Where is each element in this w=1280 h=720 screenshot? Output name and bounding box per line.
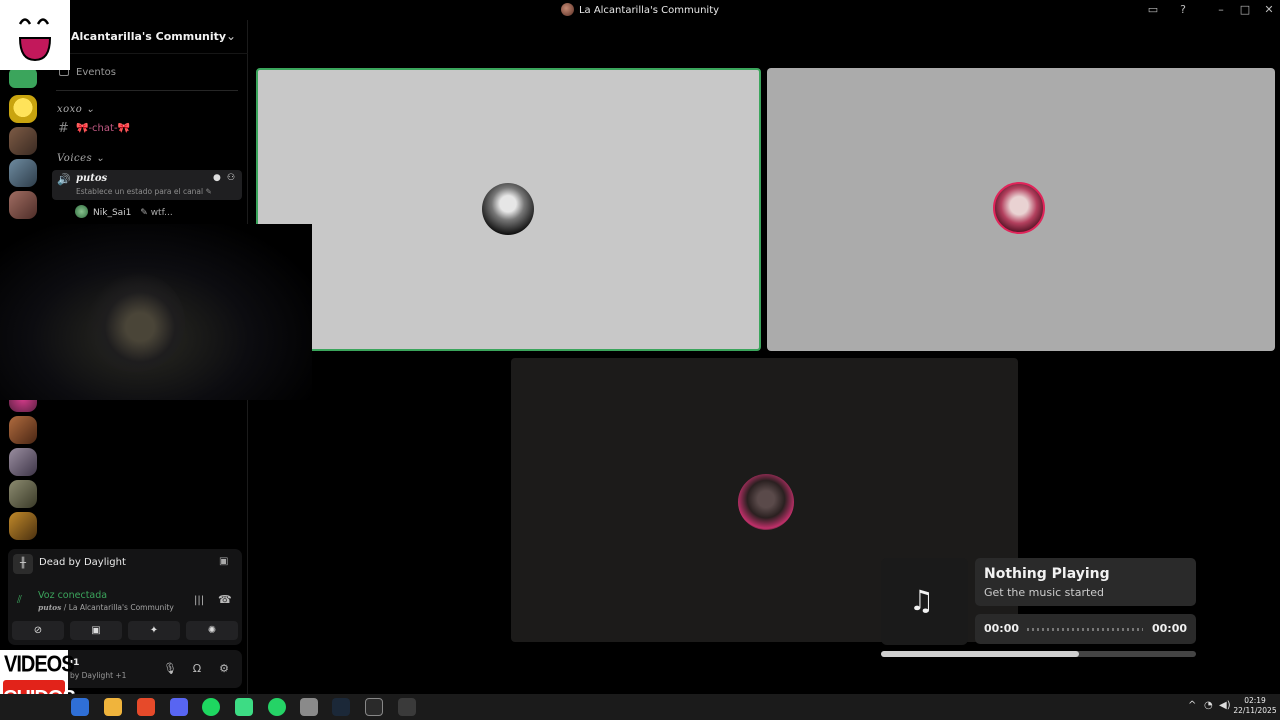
divider bbox=[56, 90, 238, 91]
taskbar-clock[interactable]: 02:19 22/11/2025 bbox=[1232, 696, 1278, 716]
game-icon: ╫ bbox=[13, 554, 33, 574]
events-row[interactable]: Eventos bbox=[56, 65, 244, 83]
music-info: Nothing Playing Get the music started bbox=[975, 558, 1196, 606]
guild-icon[interactable] bbox=[9, 512, 37, 540]
member-name: Nik_Sai1 bbox=[93, 208, 132, 218]
whatsapp-icon[interactable] bbox=[268, 698, 286, 716]
album-art: ♫ bbox=[881, 558, 968, 645]
wifi-icon[interactable]: ◔ bbox=[1204, 700, 1213, 711]
webcam-overlay bbox=[0, 224, 312, 400]
window-title: La Alcantarilla's Community bbox=[0, 3, 1280, 16]
music-note-icon: ♫ bbox=[909, 584, 935, 617]
steam-icon[interactable] bbox=[332, 698, 350, 716]
participant-avatar bbox=[482, 183, 534, 235]
logo-text-top: VIDEOS bbox=[4, 652, 75, 678]
soundwave-icon[interactable]: ||| bbox=[194, 595, 204, 606]
file-explorer-icon[interactable] bbox=[104, 698, 122, 716]
speaker-icon: 🔊 bbox=[57, 173, 71, 186]
volume-icon[interactable]: ◀) bbox=[1219, 700, 1231, 711]
server-name: Alcantarilla's Community bbox=[71, 30, 227, 43]
gear-icon[interactable]: ⚙ bbox=[216, 661, 232, 677]
avatar bbox=[75, 205, 88, 218]
screen-share-icon[interactable]: ▣ bbox=[219, 556, 228, 567]
waveform bbox=[1027, 628, 1143, 631]
android-icon[interactable] bbox=[235, 698, 253, 716]
activities-button[interactable]: ✦ bbox=[128, 621, 180, 640]
guild-icon[interactable] bbox=[9, 159, 37, 187]
disconnect-icon[interactable]: ☎ bbox=[218, 593, 232, 606]
chevron-down-icon[interactable]: ⌄ bbox=[226, 29, 236, 43]
time-start: 00:00 bbox=[984, 622, 1020, 635]
voice-location: putos / La Alcantarilla's Community bbox=[38, 603, 174, 612]
activity-panel: ╫ Dead by Daylight ▣ ⫽ Voz conectada put… bbox=[8, 549, 242, 645]
game-name: Dead by Daylight bbox=[39, 557, 126, 568]
smiley-face-icon bbox=[18, 18, 52, 62]
category-voices[interactable]: Voices ⌄ bbox=[57, 153, 105, 164]
channel-name: 🎀-chat-🎀 bbox=[76, 123, 131, 134]
spotify-icon[interactable] bbox=[202, 698, 220, 716]
maximize-button[interactable]: □ bbox=[1237, 2, 1253, 18]
guild-icon[interactable] bbox=[9, 68, 37, 88]
server-avatar-icon bbox=[560, 3, 574, 16]
guild-icon[interactable] bbox=[9, 191, 37, 219]
video-tile[interactable] bbox=[767, 68, 1275, 351]
voice-channel-name: putos bbox=[76, 173, 108, 184]
category-xoxo[interactable]: xoxo ⌄ bbox=[57, 104, 95, 115]
headphones-icon[interactable]: Ω bbox=[189, 661, 205, 677]
add-member-icon[interactable]: ⚇ bbox=[227, 173, 235, 183]
chat-bubble-icon[interactable]: ● bbox=[213, 173, 221, 183]
start-icon[interactable] bbox=[71, 698, 89, 716]
minimize-button[interactable]: – bbox=[1213, 2, 1229, 18]
music-widget: ♫ Nothing Playing Get the music started … bbox=[881, 558, 1197, 660]
volume-bar[interactable] bbox=[881, 651, 1196, 657]
brave-icon[interactable] bbox=[137, 698, 155, 716]
close-button[interactable]: ✕ bbox=[1261, 2, 1277, 18]
track-subtitle: Get the music started bbox=[984, 586, 1105, 599]
channel-chat[interactable]: # 🎀-chat-🎀 bbox=[56, 121, 244, 139]
signal-icon[interactable]: ⫽ bbox=[17, 593, 22, 607]
discord-icon[interactable] bbox=[170, 698, 188, 716]
volume-bar-fill bbox=[881, 651, 1080, 657]
music-progress: 00:00 00:00 bbox=[975, 614, 1196, 644]
user-status: by Daylight +1 bbox=[70, 671, 127, 680]
help-icon[interactable]: ? bbox=[1175, 2, 1191, 18]
server-header[interactable]: Alcantarilla's Community ⌄ bbox=[48, 20, 248, 54]
time-end: 00:00 bbox=[1151, 622, 1187, 635]
dead-by-daylight-icon[interactable] bbox=[398, 698, 416, 716]
voice-channel-putos[interactable]: 🔊 putos Establece un estado para el cana… bbox=[52, 170, 242, 200]
track-title: Nothing Playing bbox=[984, 566, 1110, 582]
voice-connected-label: Voz conectada bbox=[38, 590, 108, 601]
title-bar: La Alcantarilla's Community ▭ ? – □ ✕ bbox=[0, 0, 1280, 20]
emote-overlay bbox=[0, 0, 70, 70]
app-icon[interactable] bbox=[300, 698, 318, 716]
events-label: Eventos bbox=[76, 67, 116, 78]
hash-icon: # bbox=[58, 121, 69, 136]
channel-status[interactable]: Establece un estado para el canal ✎ bbox=[76, 187, 212, 196]
guild-icon[interactable] bbox=[9, 95, 37, 123]
tray-chevron-icon[interactable]: ^ bbox=[1188, 700, 1196, 711]
camera-off-button[interactable]: ⊘ bbox=[12, 621, 64, 640]
taskbar: ^ ◔ ◀) 02:19 22/11/2025 bbox=[0, 694, 1280, 720]
guild-icon[interactable] bbox=[9, 480, 37, 508]
guild-icon[interactable] bbox=[9, 448, 37, 476]
microphone-icon[interactable]: 🎙 bbox=[162, 661, 178, 677]
webcam-person bbox=[85, 272, 185, 372]
guild-icon[interactable] bbox=[9, 127, 37, 155]
voice-member[interactable]: Nik_Sai1 ✎ wtf... bbox=[75, 205, 173, 219]
member-activity: ✎ wtf... bbox=[140, 208, 173, 218]
epic-games-icon[interactable] bbox=[365, 698, 383, 716]
soundboard-button[interactable]: ✺ bbox=[186, 621, 238, 640]
inbox-icon[interactable]: ▭ bbox=[1145, 2, 1161, 18]
video-tile-speaking[interactable] bbox=[256, 68, 761, 351]
guild-icon[interactable] bbox=[9, 416, 37, 444]
participant-avatar bbox=[738, 474, 794, 530]
participant-avatar bbox=[993, 182, 1045, 234]
share-screen-button[interactable]: ▣ bbox=[70, 621, 122, 640]
